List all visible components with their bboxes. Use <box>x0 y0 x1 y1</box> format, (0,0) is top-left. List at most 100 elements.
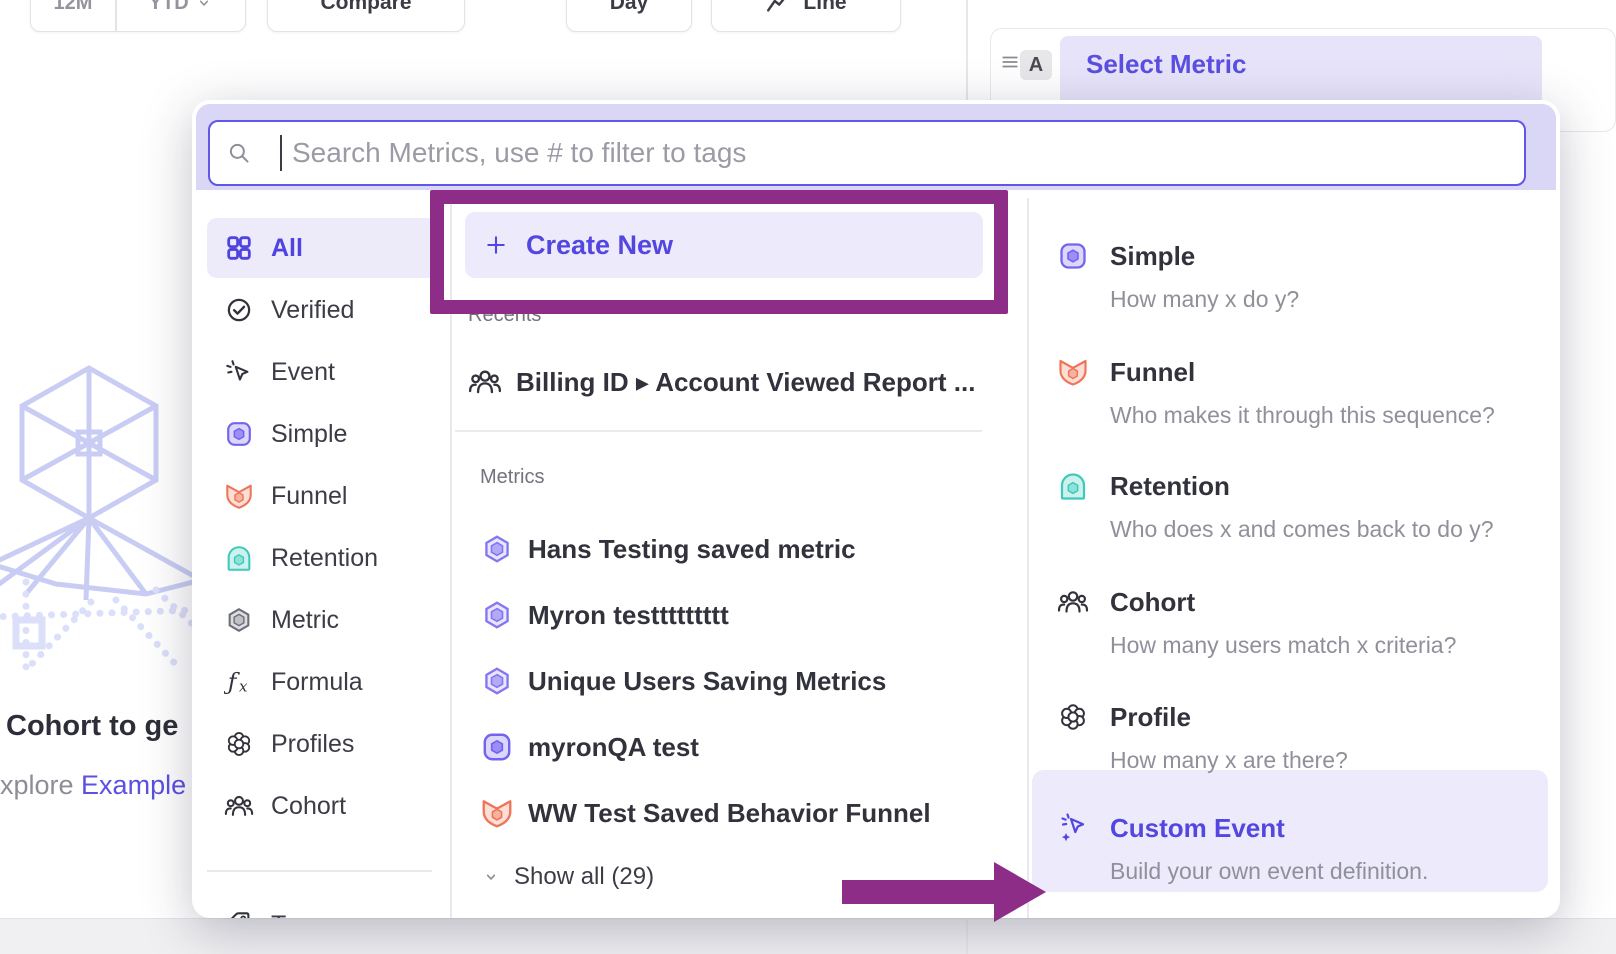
recents-divider <box>455 430 982 432</box>
tag-icon <box>224 910 254 918</box>
sidebar-item-label: Tags <box>271 911 324 919</box>
sidebar-item-formula[interactable]: Formula <box>207 652 437 712</box>
saved-metric-label: Unique Users Saving Metrics <box>528 666 886 697</box>
simple-metric-icon <box>480 730 514 764</box>
sidebar-item-cohort[interactable]: Cohort <box>207 776 437 836</box>
metrics-heading: Metrics <box>480 466 544 489</box>
saved-metric-item[interactable]: Unique Users Saving Metrics <box>480 661 886 701</box>
saved-metric-label: Myron testtttttttt <box>528 600 729 631</box>
funnel-icon <box>224 481 254 511</box>
saved-metric-icon <box>480 532 514 566</box>
retention-icon <box>1057 470 1089 502</box>
saved-metric-item[interactable]: WW Test Saved Behavior Funnel <box>480 793 931 833</box>
show-all-label: Show all (29) <box>514 863 654 891</box>
sidebar-item-label: Formula <box>271 668 363 697</box>
page-bottom-strip <box>0 918 1616 954</box>
sidebar-item-retention[interactable]: Retention <box>207 528 437 588</box>
annotation-arrow-head <box>994 862 1046 922</box>
simple-metric-icon <box>224 419 254 449</box>
sidebar-item-tags[interactable]: Tags <box>207 895 437 918</box>
metric-type-description: How many users match x criteria? <box>1110 630 1456 660</box>
metric-type-simple[interactable]: Simple How many x do y? <box>1057 240 1537 314</box>
select-metric-label: Select Metric <box>1086 49 1246 80</box>
metric-hexagon-icon <box>224 605 254 635</box>
sidebar-item-label: Event <box>271 358 335 387</box>
sidebar-item-funnel[interactable]: Funnel <box>207 466 437 526</box>
saved-metric-icon <box>480 598 514 632</box>
metric-type-cohort[interactable]: Cohort How many users match x criteria? <box>1057 586 1537 660</box>
metric-type-description: Build your own event definition. <box>1110 856 1428 886</box>
metric-type-description: Who does x and comes back to do y? <box>1110 514 1494 544</box>
sidebar-item-label: Retention <box>271 544 378 573</box>
grid-icon <box>224 233 254 263</box>
sidebar-item-all[interactable]: All <box>207 218 437 278</box>
line-chart-icon <box>765 0 791 16</box>
range-ytd-label: YTD <box>149 0 189 15</box>
saved-metric-icon <box>480 664 514 698</box>
cohort-people-icon <box>224 791 254 821</box>
simple-metric-icon <box>1057 240 1089 272</box>
date-range-segmented-control: 12M YTD <box>30 0 246 32</box>
types-column-divider <box>1027 198 1029 918</box>
metric-type-description: Who makes it through this sequence? <box>1110 400 1495 430</box>
saved-metric-item[interactable]: Myron testtttttttt <box>480 595 729 635</box>
granularity-day-button[interactable]: Day <box>566 0 692 32</box>
sidebar-item-metric[interactable]: Metric <box>207 590 437 650</box>
metric-type-title: Retention <box>1110 470 1494 502</box>
saved-metric-label: WW Test Saved Behavior Funnel <box>528 798 931 829</box>
drag-handle-icon[interactable] <box>998 50 1022 74</box>
annotation-highlight-box <box>430 190 1008 314</box>
annotation-arrow <box>842 880 996 904</box>
explore-text-fragment: xplore <box>0 770 81 800</box>
range-12m-button[interactable]: 12M <box>31 0 115 31</box>
custom-event-icon <box>1057 812 1089 844</box>
metric-type-funnel[interactable]: Funnel Who makes it through this sequenc… <box>1057 356 1537 430</box>
sidebar-item-verified[interactable]: Verified <box>207 280 437 340</box>
event-cursor-icon <box>224 357 254 387</box>
compare-button[interactable]: Compare <box>267 0 465 32</box>
saved-metric-item[interactable]: myronQA test <box>480 727 699 767</box>
search-input[interactable] <box>208 120 1526 186</box>
chevron-down-icon <box>482 868 500 886</box>
metric-type-title: Custom Event <box>1110 812 1428 844</box>
recent-item-label: Billing ID ▸ Account Viewed Report ... <box>516 367 975 398</box>
show-all-toggle[interactable]: Show all (29) <box>482 857 654 897</box>
profiles-cluster-icon <box>224 729 254 759</box>
text-cursor <box>280 135 282 171</box>
sidebar-item-label: Metric <box>271 606 339 635</box>
sidebar-item-event[interactable]: Event <box>207 342 437 402</box>
wireframe-cube-illustration <box>0 332 196 672</box>
example-reports-link[interactable]: Example <box>81 770 186 800</box>
sidebar-item-profiles[interactable]: Profiles <box>207 714 437 774</box>
verified-badge-icon <box>224 295 254 325</box>
saved-metric-label: myronQA test <box>528 732 699 763</box>
recent-item[interactable]: Billing ID ▸ Account Viewed Report ... <box>468 350 975 414</box>
profiles-cluster-icon <box>1057 701 1089 733</box>
chart-type-line-button[interactable]: Line <box>711 0 901 32</box>
cohort-people-icon <box>1057 586 1089 618</box>
metric-type-profile[interactable]: Profile How many x are there? <box>1057 701 1537 775</box>
chevron-down-icon <box>195 0 213 12</box>
metric-type-title: Profile <box>1110 701 1348 733</box>
metric-type-description: How many x do y? <box>1110 284 1299 314</box>
compare-label: Compare <box>320 0 411 15</box>
metric-type-retention[interactable]: Retention Who does x and comes back to d… <box>1057 470 1537 544</box>
sidebar-item-label: Simple <box>271 420 347 449</box>
sidebar-item-label: Profiles <box>271 730 354 759</box>
funnel-icon <box>1057 356 1089 388</box>
funnel-icon <box>480 796 514 830</box>
range-12m-label: 12M <box>54 0 93 15</box>
search-icon <box>226 140 252 166</box>
sidebar-item-label: All <box>271 234 303 263</box>
range-ytd-button[interactable]: YTD <box>117 0 246 31</box>
formula-fx-icon <box>224 667 254 697</box>
sidebar-item-label: Cohort <box>271 792 346 821</box>
saved-metric-item[interactable]: Hans Testing saved metric <box>480 529 856 569</box>
metric-type-custom-event[interactable]: Custom Event Build your own event defini… <box>1057 812 1537 886</box>
screen: Cohort to ge xplore Example 12M YTD Comp… <box>0 0 1616 954</box>
sidebar-item-label: Verified <box>271 296 354 325</box>
metric-type-description: How many x are there? <box>1110 745 1348 775</box>
granularity-label: Day <box>610 0 649 15</box>
empty-state-explore-line: xplore Example <box>0 770 186 801</box>
sidebar-item-simple[interactable]: Simple <box>207 404 437 464</box>
